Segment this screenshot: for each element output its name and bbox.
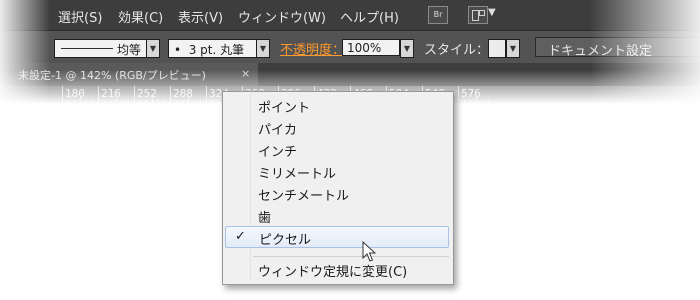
menu-item-centimeters[interactable]: センチメートル: [223, 182, 453, 204]
style-label: スタイル：: [424, 43, 490, 58]
ruler-minor-tick: [212, 100, 213, 104]
menu-item-label: インチ: [258, 145, 298, 160]
close-tab-icon[interactable]: ×: [241, 67, 250, 80]
ruler-minor-tick: [188, 97, 189, 104]
mouse-cursor-icon: [362, 241, 376, 262]
ruler-units-context-menu: ポイント パイカ インチ ミリメートル センチメートル 歯 ✓ ピクセル ウィン…: [222, 91, 454, 285]
menu-item-points[interactable]: ポイント: [223, 94, 453, 116]
menu-item-label: 歯: [258, 211, 272, 226]
ruler-minor-tick: [146, 100, 147, 104]
ruler-minor-tick: [182, 100, 183, 104]
ruler-minor-tick: [482, 100, 483, 104]
menu-item-pixels[interactable]: ✓ ピクセル: [225, 226, 449, 248]
ruler-minor-tick: [140, 100, 141, 104]
arrange-dropdown-arrow-icon[interactable]: ▼: [488, 7, 496, 18]
ruler-major-tick: [170, 86, 171, 104]
ruler-minor-tick: [110, 100, 111, 104]
check-icon: ✓: [235, 229, 246, 244]
opacity-dropdown-icon[interactable]: ▼: [400, 39, 414, 58]
menu-view[interactable]: 表示(V): [178, 7, 223, 26]
ruler-minor-tick: [68, 100, 69, 104]
ruler-minor-tick: [116, 97, 117, 104]
ruler-minor-tick: [164, 100, 165, 104]
stroke-profile-preview: [61, 48, 113, 49]
menu-item-millimeters[interactable]: ミリメートル: [223, 160, 453, 182]
ruler-minor-tick: [158, 100, 159, 104]
brush-definition-select[interactable]: • 3 pt. 丸筆: [168, 39, 258, 58]
ruler-major-tick: [206, 86, 207, 104]
menu-help[interactable]: ヘルプ(H): [340, 7, 399, 26]
document-tab[interactable]: 未設定-1 @ 142% (RGB/プレビュー) ×: [0, 63, 258, 86]
ruler-minor-tick: [200, 100, 201, 104]
ruler-label: 252: [137, 87, 157, 100]
menu-window[interactable]: ウィンドウ(W): [238, 7, 326, 26]
ruler-minor-tick: [218, 100, 219, 104]
graphic-style-swatch[interactable]: [488, 39, 506, 58]
ruler-minor-tick: [74, 100, 75, 104]
document-tab-title: 未設定-1 @ 142% (RGB/プレビュー): [18, 69, 206, 82]
stroke-profile-dropdown-icon[interactable]: ▼: [146, 39, 160, 58]
brush-bullet-icon: •: [174, 43, 182, 57]
menu-item-ha[interactable]: 歯: [223, 204, 453, 226]
stroke-profile-label: 均等: [117, 43, 142, 57]
ruler-label: 216: [101, 87, 121, 100]
document-setup-button[interactable]: ドキュメント設定: [535, 37, 700, 59]
ruler-minor-tick: [470, 100, 471, 104]
ruler-minor-tick: [194, 100, 195, 104]
menu-separator: [253, 256, 449, 257]
opacity-input[interactable]: [342, 39, 400, 56]
menu-item-label: ピクセル: [259, 233, 312, 248]
ruler-major-tick: [134, 86, 135, 104]
opacity-label[interactable]: 不透明度：: [280, 39, 345, 58]
ruler-minor-tick: [92, 100, 93, 104]
ruler-major-tick: [62, 86, 63, 104]
menu-item-change-to-window-rulers[interactable]: ウィンドウ定規に変更(C): [223, 258, 453, 280]
ruler-minor-tick: [176, 100, 177, 104]
variable-width-profile-select[interactable]: 均等: [54, 39, 148, 58]
ruler-minor-tick: [476, 97, 477, 104]
bridge-icon[interactable]: Br: [428, 6, 448, 24]
illustrator-window: 選択(S) 効果(C) 表示(V) ウィンドウ(W) ヘルプ(H) Br ▼ 均…: [0, 0, 700, 104]
ruler-minor-tick: [128, 100, 129, 104]
ruler-minor-tick: [80, 97, 81, 104]
menu-item-picas[interactable]: パイカ: [223, 116, 453, 138]
document-tab-bar: 未設定-1 @ 142% (RGB/プレビュー) ×: [0, 63, 700, 86]
ruler-minor-tick: [104, 100, 105, 104]
menu-item-label: ミリメートル: [258, 167, 337, 182]
ruler-minor-tick: [86, 100, 87, 104]
menu-bar: 選択(S) 効果(C) 表示(V) ウィンドウ(W) ヘルプ(H) Br ▼: [0, 0, 700, 30]
ruler-label: 576: [461, 87, 481, 100]
ruler-major-tick: [98, 86, 99, 104]
menu-item-label: ポイント: [258, 101, 311, 116]
menu-select[interactable]: 選択(S): [58, 7, 102, 26]
ruler-major-tick: [458, 86, 459, 104]
menu-item-label: パイカ: [258, 123, 298, 138]
style-dropdown-icon[interactable]: ▼: [506, 39, 520, 58]
menu-item-label: ウィンドウ定規に変更(C): [258, 265, 408, 280]
ruler-minor-tick: [488, 100, 489, 104]
menu-item-label: センチメートル: [258, 189, 350, 204]
ruler-label: 180: [65, 87, 85, 100]
control-panel: 均等 ▼ • 3 pt. 丸筆 ▼ 不透明度： ▼ スタイル： ▼ ドキュメント…: [0, 30, 700, 64]
ruler-minor-tick: [122, 100, 123, 104]
ruler-minor-tick: [464, 100, 465, 104]
menu-effect[interactable]: 効果(C): [118, 7, 163, 26]
menu-item-inches[interactable]: インチ: [223, 138, 453, 160]
brush-label: 3 pt. 丸筆: [188, 43, 245, 57]
ruler-minor-tick: [152, 97, 153, 104]
arrange-documents-icon[interactable]: [468, 6, 488, 24]
ruler-label: 288: [173, 87, 193, 100]
brush-dropdown-icon[interactable]: ▼: [256, 39, 270, 58]
